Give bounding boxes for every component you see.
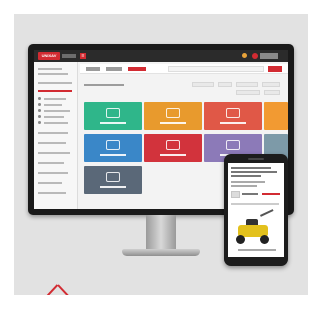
sidebar-item[interactable] [38, 82, 72, 84]
sidebar-bullet [38, 121, 41, 124]
category-label [100, 122, 126, 124]
product-title [231, 175, 261, 177]
monitor-stand [146, 215, 176, 251]
sidebar-bullet [38, 103, 41, 106]
tab-bar [80, 64, 288, 74]
product-thumbnail[interactable] [231, 191, 240, 198]
product-caption [238, 249, 276, 251]
user-name[interactable] [260, 53, 278, 59]
menu-icon[interactable]: ≡ [80, 53, 86, 59]
user-avatar-icon[interactable] [252, 53, 258, 59]
sidebar-item[interactable] [38, 68, 62, 70]
smartphone [224, 154, 288, 266]
sidebar-item-active[interactable] [38, 90, 72, 92]
sidebar-subitem[interactable] [44, 110, 70, 112]
tab-active[interactable] [128, 67, 146, 71]
product-meta [242, 193, 258, 195]
category-label [100, 186, 126, 188]
filter-button[interactable] [262, 82, 280, 87]
phone-screen [228, 163, 284, 257]
product-title [231, 171, 277, 173]
sidebar-item[interactable] [38, 152, 70, 154]
red-mark-left [21, 284, 59, 295]
filter-button[interactable] [192, 82, 214, 87]
product-title [231, 167, 271, 169]
bell-icon[interactable] [242, 53, 247, 58]
filter-button[interactable] [236, 82, 258, 87]
search-icon[interactable] [268, 66, 282, 72]
category-icon [106, 140, 120, 150]
sidebar-item[interactable] [38, 73, 68, 75]
category-tile[interactable] [84, 134, 142, 162]
category-label [220, 122, 246, 124]
category-icon [226, 108, 240, 118]
search-input[interactable] [168, 66, 264, 72]
sidebar-bullet [38, 115, 41, 118]
brand-subtitle [62, 54, 76, 58]
category-label [160, 154, 186, 156]
sidebar-bullet [38, 109, 41, 112]
app-topbar: UNIXAV ≡ [34, 50, 288, 62]
category-tile[interactable] [84, 102, 142, 130]
product-price [262, 193, 280, 195]
category-label [160, 122, 186, 124]
phone-speaker [248, 158, 264, 160]
product-meta [231, 181, 265, 183]
category-tile[interactable] [144, 134, 202, 162]
sidebar-subitem[interactable] [44, 122, 68, 124]
category-icon [106, 108, 120, 118]
sidebar-subitem[interactable] [44, 116, 64, 118]
sidebar [34, 62, 78, 209]
sidebar-item[interactable] [38, 182, 62, 184]
filter-button[interactable] [218, 82, 232, 87]
monitor-base [122, 249, 200, 256]
category-icon [166, 108, 180, 118]
machine-wheel [236, 235, 245, 244]
breadcrumb-text [84, 84, 124, 86]
machine-wheel [260, 235, 269, 244]
category-icon [106, 172, 120, 182]
product-meta [231, 185, 257, 187]
sidebar-item[interactable] [38, 132, 68, 134]
sidebar-bullet [38, 97, 41, 100]
machine-handle [260, 209, 274, 217]
category-icon [166, 140, 180, 150]
category-tile[interactable] [84, 166, 142, 194]
tab[interactable] [106, 67, 122, 71]
category-tile[interactable] [264, 102, 288, 130]
product-image[interactable] [234, 209, 278, 245]
sidebar-item[interactable] [38, 192, 66, 194]
breadcrumb [82, 80, 282, 98]
tab[interactable] [86, 67, 100, 71]
sidebar-item[interactable] [38, 142, 66, 144]
sidebar-subitem[interactable] [44, 104, 62, 106]
sidebar-item[interactable] [38, 162, 64, 164]
sidebar-subitem[interactable] [44, 98, 66, 100]
view-button[interactable] [264, 90, 280, 95]
divider [231, 203, 279, 205]
category-tile[interactable] [144, 102, 202, 130]
category-tile[interactable] [204, 102, 262, 130]
category-icon [226, 140, 240, 150]
red-mark-right [57, 284, 95, 295]
category-label [100, 154, 126, 156]
brand-logo[interactable]: UNIXAV [38, 52, 60, 60]
sort-button[interactable] [236, 90, 260, 95]
sidebar-item[interactable] [38, 172, 68, 174]
